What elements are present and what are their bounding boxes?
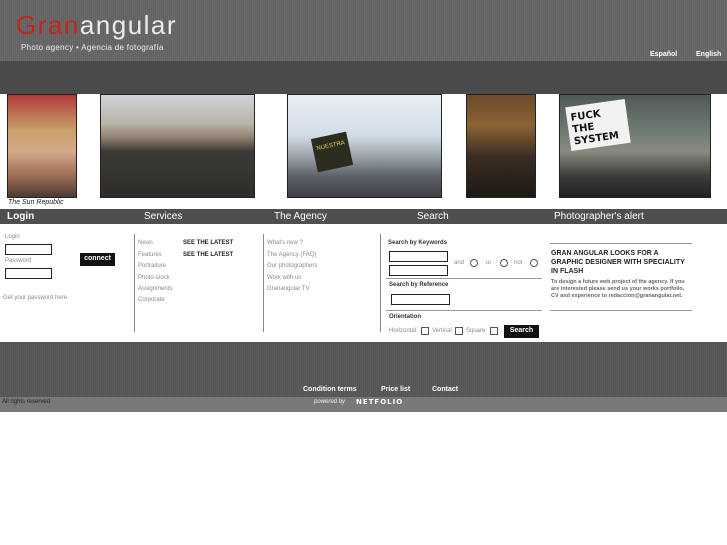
search-button[interactable]: Search [504, 325, 539, 338]
main-nav: Login Services The Agency Search Photogr… [0, 209, 727, 224]
alert-bottom-line [550, 310, 692, 311]
not-radio[interactable] [530, 259, 538, 267]
search-divider [386, 310, 542, 311]
language-english-link[interactable]: English [696, 51, 721, 58]
service-portraiture-link[interactable]: Portraiture [138, 263, 166, 269]
square-label: Square [466, 328, 486, 334]
nav-login[interactable]: Login [7, 210, 34, 223]
not-label: not [514, 260, 523, 266]
featured-photo-3[interactable]: NUESTRA [287, 94, 442, 198]
content-area: Login Password connect Get your password… [0, 224, 727, 342]
connect-button[interactable]: connect [80, 253, 115, 266]
footer [0, 342, 727, 397]
or-radio[interactable] [500, 259, 508, 267]
photo-sign: FUCK THE SYSTEM [565, 99, 631, 151]
service-assignments-link[interactable]: Assignments [138, 286, 172, 292]
agency-whats-new-link[interactable]: What's new ? [267, 240, 303, 246]
see-latest-news-link[interactable]: SEE THE LATEST [183, 240, 233, 246]
orientation-label: Orientation [389, 314, 422, 320]
column-divider [134, 234, 135, 332]
photo-sign: NUESTRA [310, 131, 354, 173]
search-reference-label: Search by Reference [389, 282, 449, 288]
condition-terms-link[interactable]: Condition terms [303, 386, 357, 393]
login-label: Login [5, 234, 20, 240]
agency-work-with-us-link[interactable]: Work with us [267, 275, 301, 281]
featured-photo-1[interactable] [7, 94, 77, 198]
and-label: and [454, 260, 465, 266]
search-keywords-label: Search by Keywords [388, 240, 448, 246]
service-photostock-link[interactable]: Photo-stock [138, 275, 170, 281]
search-divider [386, 278, 542, 279]
reference-input[interactable] [391, 294, 450, 305]
square-checkbox[interactable] [490, 327, 498, 335]
keyword-input-1[interactable] [389, 251, 448, 262]
horizontal-checkbox[interactable] [421, 327, 429, 335]
featured-photo-4[interactable] [466, 94, 536, 198]
logo-gran: Gran [16, 10, 80, 40]
forgot-password-link[interactable]: Get your password here [3, 295, 67, 301]
alert-body: To design a future web project of the ag… [551, 279, 685, 299]
vertical-label: Vertical [432, 328, 452, 334]
netfolio-logo[interactable]: NETFOLIO [356, 398, 403, 406]
contact-link[interactable]: Contact [432, 386, 458, 393]
featured-photo-5[interactable]: FUCK THE SYSTEM [559, 94, 711, 198]
horizontal-label: Horizontal [389, 328, 417, 334]
vertical-checkbox[interactable] [455, 327, 463, 335]
and-radio[interactable] [470, 259, 478, 267]
header-band [0, 61, 727, 94]
column-divider [263, 234, 264, 332]
powered-by-text: powered by [314, 399, 346, 405]
nav-services[interactable]: Services [144, 210, 182, 223]
service-features-link[interactable]: Features [138, 252, 162, 258]
rights-text: All rights reserved [2, 399, 51, 405]
password-input[interactable] [5, 268, 52, 279]
agency-faq-link[interactable]: The Agency (FAQ) [267, 252, 316, 258]
nav-search[interactable]: Search [417, 210, 449, 223]
service-corporate-link[interactable]: Corporate [138, 297, 165, 303]
nav-photographers-alert[interactable]: Photographer's alert [554, 210, 644, 223]
featured-photo-2[interactable] [100, 94, 255, 198]
site-tagline: Photo agency • Agencia de fotografía [21, 43, 164, 52]
keyword-input-2[interactable] [389, 265, 448, 276]
login-input[interactable] [5, 244, 52, 255]
featured-photos: NUESTRA FUCK THE SYSTEM The Sun Republic [0, 94, 727, 209]
logo-angular: angular [79, 10, 178, 40]
site-logo[interactable]: Granangular [16, 10, 177, 40]
agency-tv-link[interactable]: Granangular TV [267, 286, 310, 292]
see-latest-features-link[interactable]: SEE THE LATEST [183, 252, 233, 258]
or-label: or [486, 260, 492, 266]
photo-caption: The Sun Republic [8, 199, 64, 206]
language-spanish-link[interactable]: Español [650, 51, 677, 58]
password-label: Password [5, 258, 32, 264]
service-news-link[interactable]: News [138, 240, 153, 246]
nav-agency[interactable]: The Agency [274, 210, 327, 223]
alert-title[interactable]: GRAN ANGULAR LOOKS FOR A GRAPHIC DESIGNE… [551, 249, 691, 276]
site-header: Granangular Photo agency • Agencia de fo… [0, 0, 727, 61]
price-list-link[interactable]: Price list [381, 386, 410, 393]
column-divider [380, 234, 381, 332]
agency-photographers-link[interactable]: Our photographers [267, 263, 317, 269]
alert-top-line [550, 243, 692, 244]
